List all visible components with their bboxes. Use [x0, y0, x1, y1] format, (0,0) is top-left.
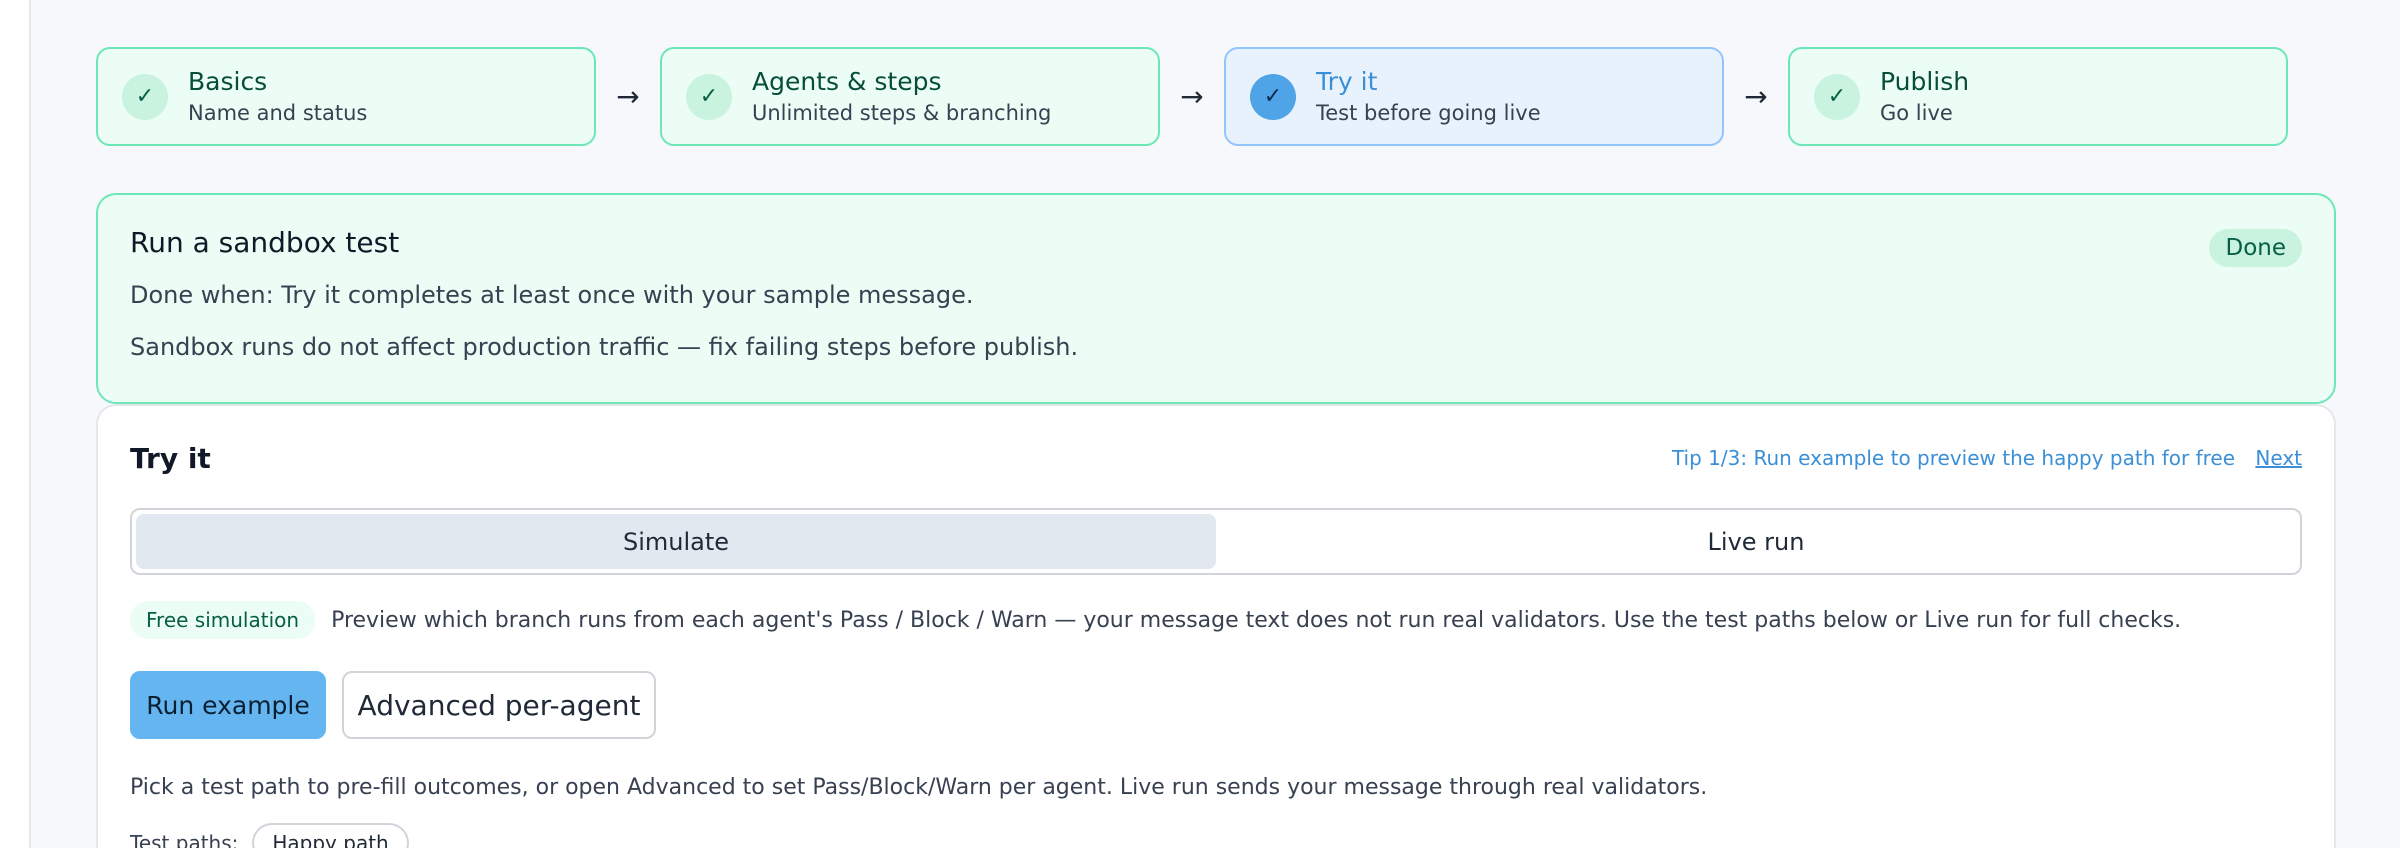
step-title: Try it — [1316, 66, 1378, 96]
left-rail — [0, 0, 31, 848]
step-basics[interactable]: ✓ Basics Name and status — [96, 47, 596, 146]
step-title: Publish — [1880, 66, 1970, 96]
test-paths-row: Test paths: Happy path — [130, 823, 2302, 848]
simulation-description: Preview which branch runs from each agen… — [331, 607, 2182, 633]
arrow-right-icon: → — [616, 80, 640, 113]
run-example-button[interactable]: Run example — [130, 671, 326, 739]
check-icon: ✓ — [1814, 73, 1860, 120]
try-it-panel: Try it Tip 1/3: Run example to preview t… — [96, 404, 2336, 848]
step-title: Basics — [188, 66, 268, 96]
check-icon: ✓ — [122, 73, 168, 120]
arrow-right-icon: → — [1180, 80, 1204, 113]
step-agents-steps[interactable]: ✓ Agents & steps Unlimited steps & branc… — [660, 47, 1160, 146]
tip-bar: Tip 1/3: Run example to preview the happ… — [1672, 446, 2302, 470]
task-title: Run a sandbox test — [130, 226, 400, 259]
step-text: Try it Test before going live — [1316, 66, 1541, 128]
step-subtitle: Test before going live — [1316, 100, 1541, 125]
action-buttons: Run example Advanced per-agent — [130, 671, 2302, 739]
mode-live-run-tab[interactable]: Live run — [1216, 514, 2296, 569]
step-text: Agents & steps Unlimited steps & branchi… — [752, 66, 1051, 128]
panel-title: Try it — [130, 441, 211, 475]
test-path-chip-happy-path[interactable]: Happy path — [252, 823, 409, 848]
tip-text: Tip 1/3: Run example to preview the happ… — [1671, 446, 2236, 470]
panel-header: Try it Tip 1/3: Run example to preview t… — [130, 438, 2302, 478]
step-subtitle: Name and status — [188, 100, 368, 125]
step-text: Basics Name and status — [188, 66, 367, 128]
main-content: ✓ Basics Name and status → ✓ Agents & st… — [96, 47, 2336, 848]
step-subtitle: Unlimited steps & branching — [752, 100, 1052, 125]
simulation-info: Free simulation Preview which branch run… — [130, 601, 2302, 639]
step-text: Publish Go live — [1880, 66, 1969, 128]
check-icon: ✓ — [1250, 73, 1296, 120]
task-note: Sandbox runs do not affect production tr… — [130, 333, 1079, 361]
check-icon: ✓ — [686, 73, 732, 120]
arrow-right-icon: → — [1744, 80, 1768, 113]
help-text: Pick a test path to pre-fill outcomes, o… — [130, 775, 1708, 800]
advanced-per-agent-button[interactable]: Advanced per-agent — [342, 671, 656, 739]
free-simulation-badge: Free simulation — [130, 601, 316, 639]
sandbox-task-card: Run a sandbox test Done Done when: Try i… — [96, 193, 2336, 404]
wizard-stepper: ✓ Basics Name and status → ✓ Agents & st… — [96, 47, 2336, 146]
step-publish[interactable]: ✓ Publish Go live — [1788, 47, 2288, 146]
tip-next-link[interactable]: Next — [2255, 446, 2302, 470]
test-paths-label: Test paths: — [130, 831, 239, 848]
step-subtitle: Go live — [1880, 100, 1953, 125]
task-done-when: Done when: Try it completes at least onc… — [130, 281, 974, 309]
mode-toggle: Simulate Live run — [130, 508, 2302, 575]
step-try-it[interactable]: ✓ Try it Test before going live — [1224, 47, 1724, 146]
step-title: Agents & steps — [752, 66, 942, 96]
mode-simulate-tab[interactable]: Simulate — [136, 514, 1216, 569]
status-badge: Done — [2209, 229, 2302, 267]
